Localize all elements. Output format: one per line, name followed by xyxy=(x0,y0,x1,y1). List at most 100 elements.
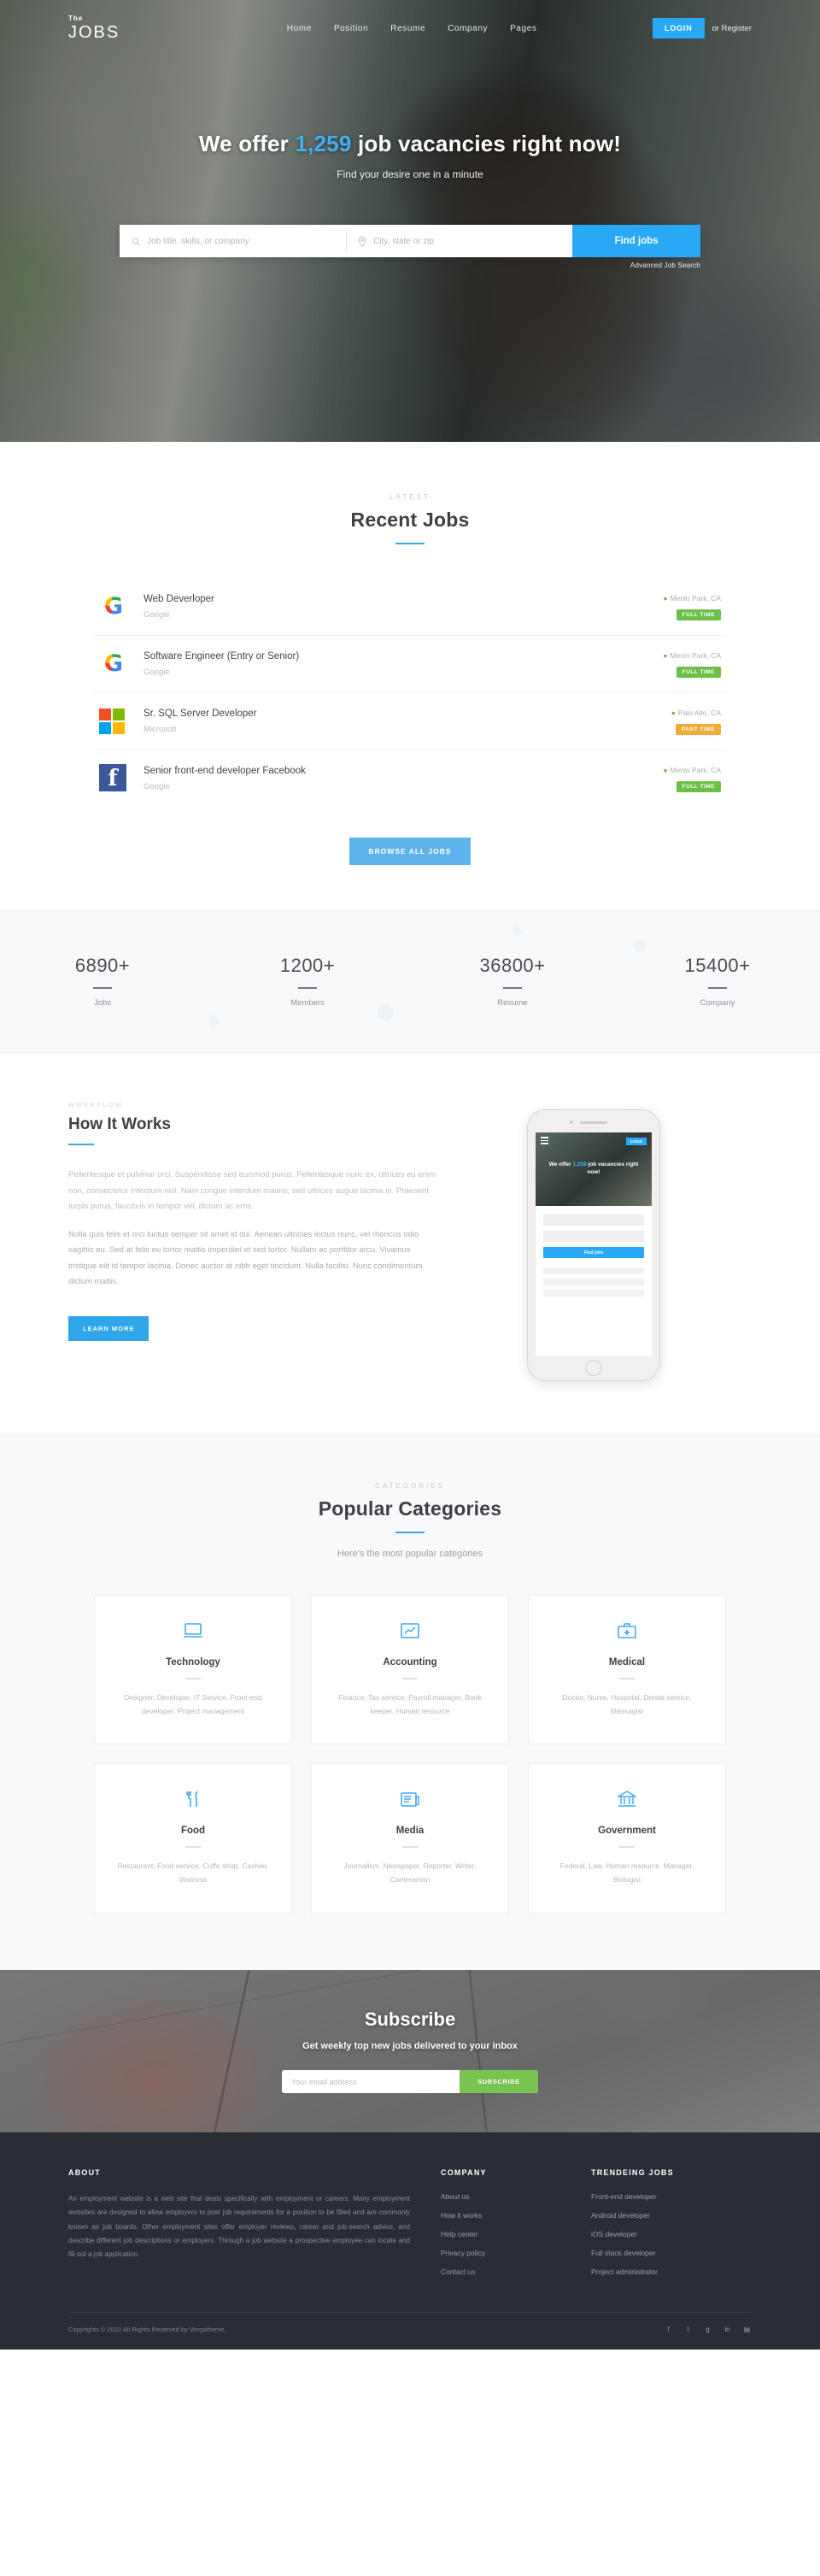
stat-resume: 36800+ Resume xyxy=(410,955,615,1008)
login-button[interactable]: LOGIN xyxy=(653,18,705,38)
job-info: Sr. SQL Server Developer Microsoft xyxy=(144,709,671,734)
category-name: Government xyxy=(598,1826,656,1837)
phone-find-jobs-button[interactable]: Find jobs xyxy=(543,1247,644,1258)
nav-auth-group: LOGIN or Register xyxy=(653,18,752,38)
nav-item-position[interactable]: Position xyxy=(334,24,368,33)
category-card-media[interactable]: Media Journalism, Newspaper, Reporter, W… xyxy=(311,1763,509,1914)
category-underline xyxy=(185,1846,201,1849)
job-info: Web Deverloper Google xyxy=(144,594,663,620)
phone-navbar: LOGIN xyxy=(536,1132,652,1150)
newspaper-icon xyxy=(331,1790,489,1814)
phone-location-input[interactable] xyxy=(543,1231,644,1242)
footer-link-front-end-developer[interactable]: Front-end developer xyxy=(591,2192,752,2201)
category-card-food[interactable]: Food Restaurant, Food service, Coffe sho… xyxy=(94,1763,292,1914)
browse-all-jobs-button[interactable]: BROWSE ALL JOBS xyxy=(349,838,471,865)
categories-kicker: CATEGORIES xyxy=(375,1482,445,1490)
find-jobs-button[interactable]: Find jobs xyxy=(572,225,700,257)
category-card-government[interactable]: Government Federal, Law, Human resource,… xyxy=(528,1763,726,1914)
footer-link-privacy-policy[interactable]: Privacy policy xyxy=(441,2249,564,2257)
social-links: f t g in ▤ xyxy=(664,2325,752,2334)
nav-item-home[interactable]: Home xyxy=(287,24,312,33)
subscribe-email-input[interactable] xyxy=(282,2070,460,2094)
job-title[interactable]: Web Deverloper xyxy=(144,594,663,604)
job-meta: ● Palo Alto, CA PART TIME xyxy=(671,709,721,735)
footer-about-heading: ABOUT xyxy=(68,2167,101,2177)
title-underline xyxy=(395,543,425,544)
subscribe-button[interactable]: SUBSCRIBE xyxy=(460,2070,538,2094)
map-pin-icon xyxy=(358,235,366,247)
stat-members: 1200+ Members xyxy=(205,955,410,1008)
phone-hero: LOGIN We offer 1,259 job vacancies right… xyxy=(536,1132,652,1206)
phone-search-form: Find jobs xyxy=(536,1206,652,1258)
job-title[interactable]: Senior front-end developer Facebook xyxy=(144,766,663,776)
rss-icon[interactable]: ▤ xyxy=(742,2325,752,2334)
keyword-search-field[interactable] xyxy=(120,225,346,257)
copyright-text: Copyrights © 2022 All Rights Reserved by… xyxy=(68,2325,226,2333)
footer-about-column: ABOUT An employment website is a web sit… xyxy=(68,2168,410,2286)
stat-underline xyxy=(298,987,317,989)
footer-link-how-it-works[interactable]: How it works xyxy=(441,2211,564,2220)
site-logo[interactable]: The JOBS xyxy=(68,15,120,42)
footer-link-project-administrator[interactable]: Project administrator xyxy=(591,2267,752,2276)
category-name: Accounting xyxy=(383,1657,437,1667)
footer-link-ios-developer[interactable]: iOS developer xyxy=(591,2230,752,2238)
facebook-icon[interactable]: f xyxy=(664,2325,673,2334)
category-description: Journalism, Newspaper, Reporter, Writer,… xyxy=(343,1861,477,1885)
subscribe-form: SUBSCRIBE xyxy=(282,2070,538,2094)
logo-name: JOBS xyxy=(68,23,120,42)
search-input[interactable] xyxy=(147,236,334,246)
location-search-field[interactable] xyxy=(346,225,572,257)
utensils-icon xyxy=(114,1790,272,1814)
footer-link-help-center[interactable]: Help center xyxy=(441,2230,564,2238)
categories-title: Popular Categories xyxy=(318,1497,502,1520)
footer-link-full-stack-developer[interactable]: Full stack developer xyxy=(591,2249,752,2257)
job-title[interactable]: Sr. SQL Server Developer xyxy=(144,709,671,719)
job-location: ● Palo Alto, CA xyxy=(671,709,721,717)
category-card-medical[interactable]: Medical Doctor, Nurse, Hospotal, Dental … xyxy=(528,1595,726,1745)
category-card-technology[interactable]: Technology Designer, Developer, IT Servi… xyxy=(94,1595,292,1745)
main-nav: Home Position Resume Company Pages xyxy=(236,24,537,33)
footer-columns: ABOUT An employment website is a web sit… xyxy=(68,2168,752,2286)
job-meta: ● Menlo Park, CA FULL TIME xyxy=(663,651,721,678)
job-location-text: Palo Alto, CA xyxy=(677,708,721,717)
recent-jobs-kicker: LATEST xyxy=(390,493,430,501)
footer-company-column: COMPANY About us How it works Help cente… xyxy=(410,2168,564,2286)
site-footer: ABOUT An employment website is a web sit… xyxy=(0,2132,820,2350)
phone-keyword-input[interactable] xyxy=(543,1214,644,1226)
phone-mockup: LOGIN We offer 1,259 job vacancies right… xyxy=(527,1109,660,1381)
category-name: Technology xyxy=(166,1657,220,1667)
job-location: ● Menlo Park, CA xyxy=(663,651,721,660)
job-list-item[interactable]: Sr. SQL Server Developer Microsoft ● Palo… xyxy=(94,693,726,750)
map-pin-icon: ● xyxy=(663,765,668,774)
nav-item-resume[interactable]: Resume xyxy=(390,24,425,33)
footer-link-about-us[interactable]: About us xyxy=(441,2192,564,2201)
job-type-badge: FULL TIME xyxy=(676,780,721,792)
job-title[interactable]: Software Engineer (Entry or Senior) xyxy=(144,651,663,662)
linkedin-icon[interactable]: in xyxy=(723,2325,732,2334)
location-input[interactable] xyxy=(373,236,560,246)
job-list-item[interactable]: G Web Deverloper Google ● Menlo Park, CA … xyxy=(94,579,726,636)
recent-jobs-header: LATEST Recent Jobs xyxy=(0,493,820,544)
stat-label: Resume xyxy=(497,998,528,1008)
stat-number: 1200+ xyxy=(279,955,336,976)
nav-item-pages[interactable]: Pages xyxy=(510,24,536,33)
category-underline xyxy=(619,1846,635,1849)
job-type-badge: FULL TIME xyxy=(676,609,721,620)
job-list-item[interactable]: G Software Engineer (Entry or Senior) Go… xyxy=(94,636,726,693)
footer-link-contact-us[interactable]: Contact us xyxy=(441,2267,564,2276)
hamburger-menu-icon[interactable] xyxy=(541,1137,548,1146)
stats-section: 6890+ Jobs 1200+ Members 36800+ Resume 1… xyxy=(0,909,820,1053)
hero-copy: We offer 1,259 job vacancies right now! … xyxy=(68,131,752,180)
advanced-job-search-link[interactable]: Advanced Job Search xyxy=(120,262,700,269)
google-plus-icon[interactable]: g xyxy=(703,2325,712,2334)
phone-login-button[interactable]: LOGIN xyxy=(625,1137,647,1145)
map-pin-icon: ● xyxy=(663,650,668,660)
register-link[interactable]: or Register xyxy=(712,24,752,33)
job-company: Microsoft xyxy=(144,725,177,734)
footer-link-android-developer[interactable]: Android developer xyxy=(591,2211,752,2220)
twitter-icon[interactable]: t xyxy=(683,2325,693,2334)
job-list-item[interactable]: f Senior front-end developer Facebook Go… xyxy=(94,750,726,807)
nav-item-company[interactable]: Company xyxy=(448,24,488,33)
learn-more-button[interactable]: LEARN MORE xyxy=(68,1315,149,1341)
category-card-accounting[interactable]: Accounting Finance, Tax service, Payroll… xyxy=(311,1595,509,1745)
